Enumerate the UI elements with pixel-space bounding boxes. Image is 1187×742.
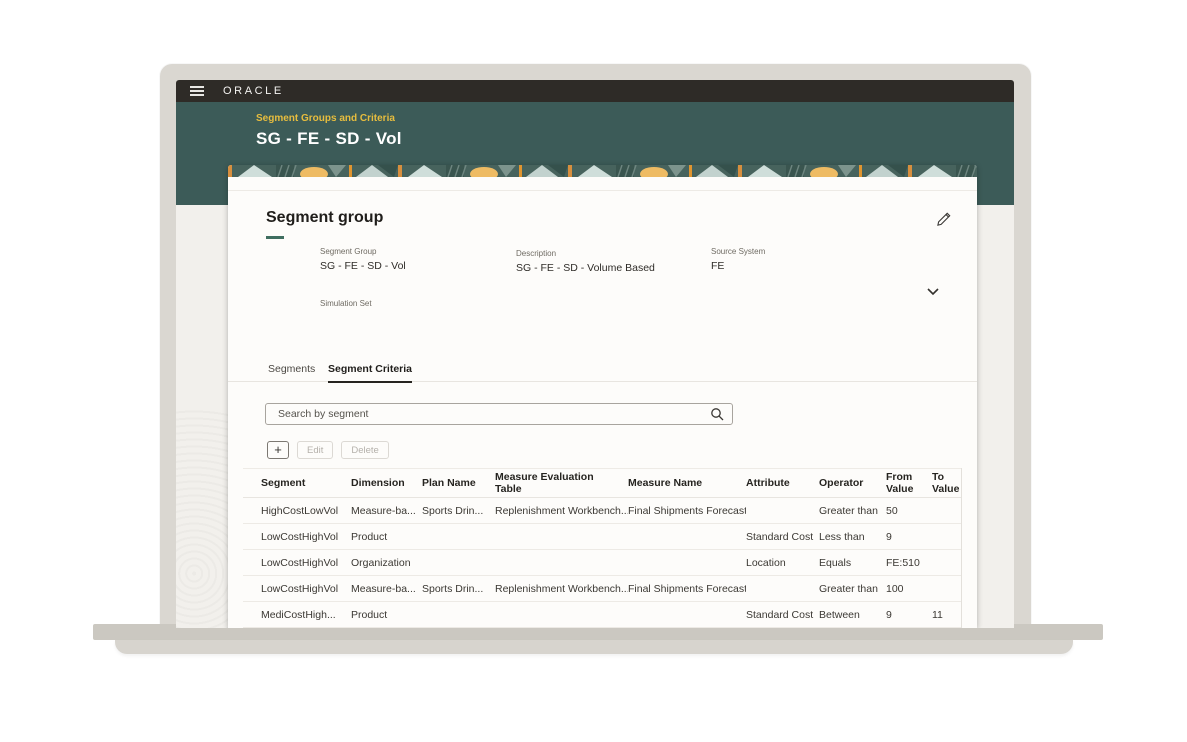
section-accent-bar xyxy=(266,236,284,239)
field-value: SG - FE - SD - Vol xyxy=(320,260,406,272)
search-input[interactable] xyxy=(265,403,733,425)
add-criteria-button[interactable]: + xyxy=(267,441,289,459)
screen: ORACLE Segment Groups and Criteria SG - … xyxy=(176,80,1014,628)
column-header: Dimension xyxy=(351,477,422,489)
field-label: Simulation Set xyxy=(320,299,372,308)
segment-group-card: Segment group Segment Group SG - FE - SD… xyxy=(228,165,977,628)
table-cell: Organization xyxy=(351,557,422,569)
search-bar xyxy=(265,403,733,425)
table-row[interactable]: MediCostHigh...Product Standard CostBetwe… xyxy=(243,602,961,628)
table-cell: Location xyxy=(746,557,819,569)
collapse-section-button[interactable] xyxy=(926,284,944,298)
table-cell: Standard Cost xyxy=(746,609,819,621)
column-header: Segment xyxy=(261,477,351,489)
tab-segment-criteria[interactable]: Segment Criteria xyxy=(328,363,412,383)
menu-icon[interactable] xyxy=(190,86,204,96)
breadcrumb[interactable]: Segment Groups and Criteria xyxy=(256,113,395,124)
field-segment-group: Segment Group SG - FE - SD - Vol xyxy=(320,247,406,272)
app-topbar: ORACLE xyxy=(176,80,1014,102)
table-row[interactable]: LowCostHighVolProduct Standard CostLess t… xyxy=(243,524,961,550)
card-divider xyxy=(228,190,977,191)
column-header: Plan Name xyxy=(422,477,495,489)
chevron-down-icon xyxy=(926,287,940,296)
table-row[interactable]: HighCostLowVolMeasure-ba...Sports Drin..… xyxy=(243,498,961,524)
decorative-banner xyxy=(228,165,977,177)
table-cell: Sports Drin... xyxy=(422,505,495,517)
table-body: HighCostLowVolMeasure-ba...Sports Drin..… xyxy=(243,498,961,628)
field-label: Source System xyxy=(711,247,765,256)
column-header: To Value xyxy=(932,471,965,495)
table-header-row: SegmentDimensionPlan NameMeasure Evaluat… xyxy=(243,468,961,498)
table-row[interactable]: LowCostHighVolMeasure-ba...Sports Drin..… xyxy=(243,576,961,602)
table-toolbar: + Edit Delete xyxy=(267,441,389,459)
search-icon[interactable] xyxy=(710,407,724,421)
table-cell: Product xyxy=(351,531,422,543)
table-cell: Replenishment Workbench... xyxy=(495,505,628,517)
field-value: FE xyxy=(711,260,765,272)
criteria-table: SegmentDimensionPlan NameMeasure Evaluat… xyxy=(243,468,962,628)
edit-pencil-button[interactable] xyxy=(936,210,954,228)
field-source-system: Source System FE xyxy=(711,247,765,272)
field-description: Description SG - FE - SD - Volume Based xyxy=(516,249,655,274)
tab-bar: Segments Segment Criteria xyxy=(228,360,977,382)
delete-button[interactable]: Delete xyxy=(341,441,388,459)
table-cell: LowCostHighVol xyxy=(261,557,351,569)
table-cell: Greater than xyxy=(819,583,886,595)
decorative-swirl xyxy=(176,410,228,628)
table-row[interactable]: LowCostHighVolOrganization LocationEquals… xyxy=(243,550,961,576)
table-cell: Final Shipments Forecast xyxy=(628,583,746,595)
table-cell: Less than xyxy=(819,531,886,543)
field-value: SG - FE - SD - Volume Based xyxy=(516,262,655,274)
section-title: Segment group xyxy=(266,209,383,227)
table-cell: Greater than xyxy=(819,505,886,517)
column-header: Attribute xyxy=(746,477,819,489)
table-cell: LowCostHighVol xyxy=(261,583,351,595)
table-cell: Product xyxy=(351,609,422,621)
oracle-logo: ORACLE xyxy=(223,85,284,97)
table-cell: Measure-ba... xyxy=(351,505,422,517)
table-cell: MediCostHigh... xyxy=(261,609,351,621)
table-cell: Final Shipments Forecast xyxy=(628,505,746,517)
column-header: Operator xyxy=(819,477,886,489)
table-cell: Standard Cost xyxy=(746,531,819,543)
tab-segments[interactable]: Segments xyxy=(268,363,315,381)
table-cell: 50 xyxy=(886,505,932,517)
table-cell: HighCostLowVol xyxy=(261,505,351,517)
field-label: Description xyxy=(516,249,655,258)
table-cell: 9 xyxy=(886,609,932,621)
page-title: SG - FE - SD - Vol xyxy=(256,129,402,149)
pencil-icon xyxy=(936,211,952,227)
column-header: Measure Evaluation Table xyxy=(495,471,628,495)
column-header: Measure Name xyxy=(628,477,746,489)
page: ORACLE Segment Groups and Criteria SG - … xyxy=(0,0,1187,742)
table-cell: 100 xyxy=(886,583,932,595)
field-simulation-set: Simulation Set xyxy=(320,299,372,312)
column-header: From Value xyxy=(886,471,932,495)
table-cell: Equals xyxy=(819,557,886,569)
field-label: Segment Group xyxy=(320,247,406,256)
table-cell: Sports Drin... xyxy=(422,583,495,595)
table-cell: Between xyxy=(819,609,886,621)
table-cell: LowCostHighVol xyxy=(261,531,351,543)
edit-button[interactable]: Edit xyxy=(297,441,333,459)
table-cell: 9 xyxy=(886,531,932,543)
table-cell: Replenishment Workbench... xyxy=(495,583,628,595)
table-cell: FE:510 xyxy=(886,557,932,569)
table-cell: 11 xyxy=(932,609,961,621)
table-cell: Measure-ba... xyxy=(351,583,422,595)
laptop-base-foot xyxy=(115,640,1073,654)
